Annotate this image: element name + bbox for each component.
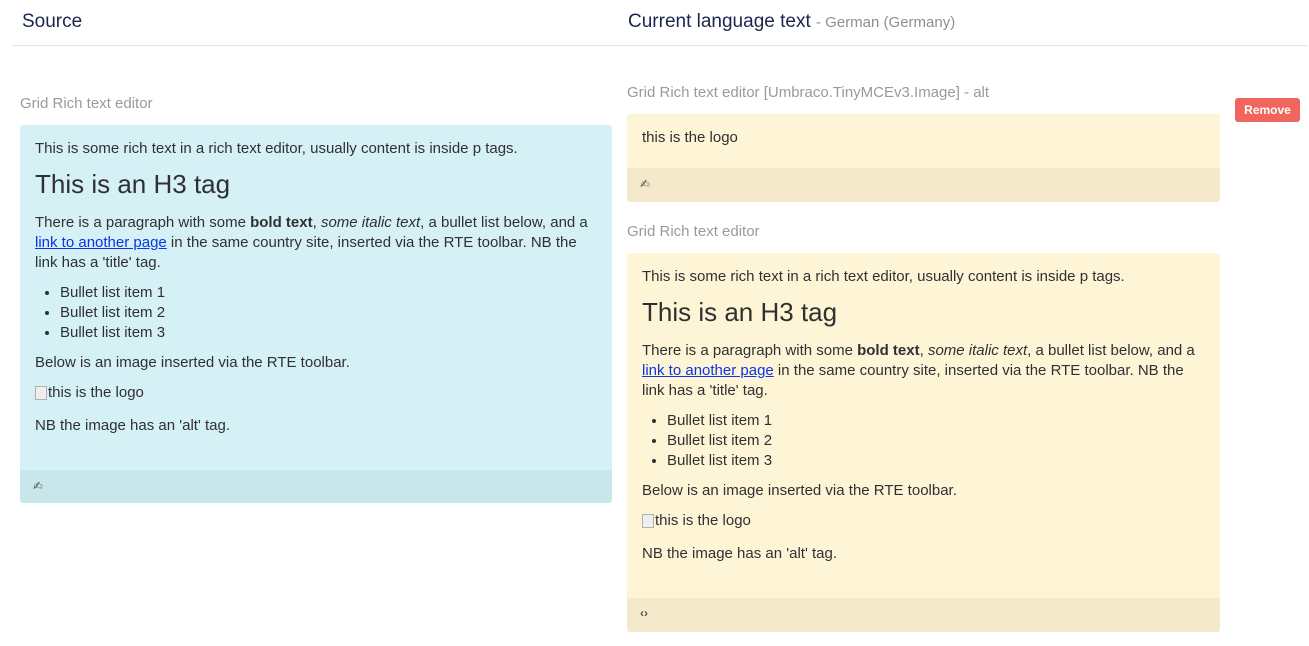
image-alt-text: this is the logo	[48, 384, 144, 401]
rte-italic-text: some italic text	[927, 342, 1028, 359]
code-icon[interactable]: ‹›	[640, 606, 648, 620]
rte-link[interactable]: link to another page	[642, 362, 774, 379]
target-rte-label: Grid Rich text editor	[627, 223, 760, 240]
broken-image-icon	[35, 386, 47, 400]
alt-field-label: Grid Rich text editor [Umbraco.TinyMCEv3…	[627, 84, 990, 101]
edit-icon: ✍	[33, 479, 44, 493]
rte-paragraph: This is some rich text in a rich text ed…	[35, 140, 518, 157]
current-language-title: Current language text	[628, 11, 811, 32]
rte-paragraph: NB the image has an 'alt' tag.	[642, 545, 838, 562]
rte-text: There is a paragraph with some	[35, 214, 251, 231]
rte-paragraph: Below is an image inserted via the RTE t…	[35, 354, 350, 371]
broken-image-icon	[642, 514, 654, 528]
rte-paragraph: There is a paragraph with some bold text…	[642, 341, 1205, 401]
rte-text: ,	[919, 342, 928, 359]
page-header: Source Current language text - German (G…	[12, 0, 1307, 46]
current-language-name: - German (Germany)	[816, 14, 956, 31]
list-item: Bullet list item 3	[667, 451, 1205, 471]
rte-image-paragraph: this is the logo	[35, 383, 597, 406]
image-alt-text: this is the logo	[655, 512, 751, 529]
source-rte-footer: ✍	[20, 470, 612, 503]
rte-text: There is a paragraph with some	[642, 342, 858, 359]
rte-heading: This is an H3 tag	[35, 169, 231, 199]
target-rte-content[interactable]: This is some rich text in a rich text ed…	[627, 253, 1220, 564]
rte-paragraph: This is some rich text in a rich text ed…	[642, 268, 1125, 285]
rte-paragraph: Below is an image inserted via the RTE t…	[642, 482, 957, 499]
rte-italic-text: some italic text	[320, 214, 421, 231]
list-item: Bullet list item 2	[60, 303, 597, 323]
rte-paragraph: NB the image has an 'alt' tag.	[35, 417, 231, 434]
list-item: Bullet list item 1	[60, 283, 597, 303]
rte-bullet-list: Bullet list item 1 Bullet list item 2 Bu…	[642, 411, 1205, 471]
target-rte-box[interactable]: This is some rich text in a rich text ed…	[627, 253, 1220, 632]
rte-text: , a bullet list below, and a	[420, 214, 588, 231]
source-rte-box: This is some rich text in a rich text ed…	[20, 125, 612, 503]
rte-text: , a bullet list below, and a	[1027, 342, 1195, 359]
alt-field-footer: ✍	[627, 168, 1220, 202]
rte-link[interactable]: link to another page	[35, 234, 167, 251]
rte-paragraph: There is a paragraph with some bold text…	[35, 213, 597, 273]
rte-bullet-list: Bullet list item 1 Bullet list item 2 Bu…	[35, 283, 597, 343]
target-rte-footer: ‹›	[627, 598, 1220, 632]
list-item: Bullet list item 2	[667, 431, 1205, 451]
rte-text: ,	[312, 214, 321, 231]
rte-bold-text: bold text	[857, 342, 920, 359]
rte-bold-text: bold text	[250, 214, 313, 231]
rte-image-paragraph: this is the logo	[642, 511, 1205, 534]
alt-field-content: this is the logo	[627, 114, 1220, 148]
source-column-title: Source	[22, 11, 83, 32]
edit-icon: ✍	[640, 177, 651, 191]
list-item: Bullet list item 1	[667, 411, 1205, 431]
rte-heading: This is an H3 tag	[642, 297, 838, 327]
source-rte-label: Grid Rich text editor	[20, 95, 153, 112]
broken-image: this is the logo	[35, 383, 144, 403]
broken-image: this is the logo	[642, 511, 751, 531]
alt-field-value[interactable]: this is the logo	[642, 128, 1205, 148]
alt-field-box[interactable]: this is the logo ✍	[627, 114, 1220, 202]
remove-button[interactable]: Remove	[1235, 98, 1300, 122]
source-rte-content: This is some rich text in a rich text ed…	[20, 125, 612, 436]
current-column-title: Current language text - German (Germany)	[628, 11, 955, 33]
list-item: Bullet list item 3	[60, 323, 597, 343]
